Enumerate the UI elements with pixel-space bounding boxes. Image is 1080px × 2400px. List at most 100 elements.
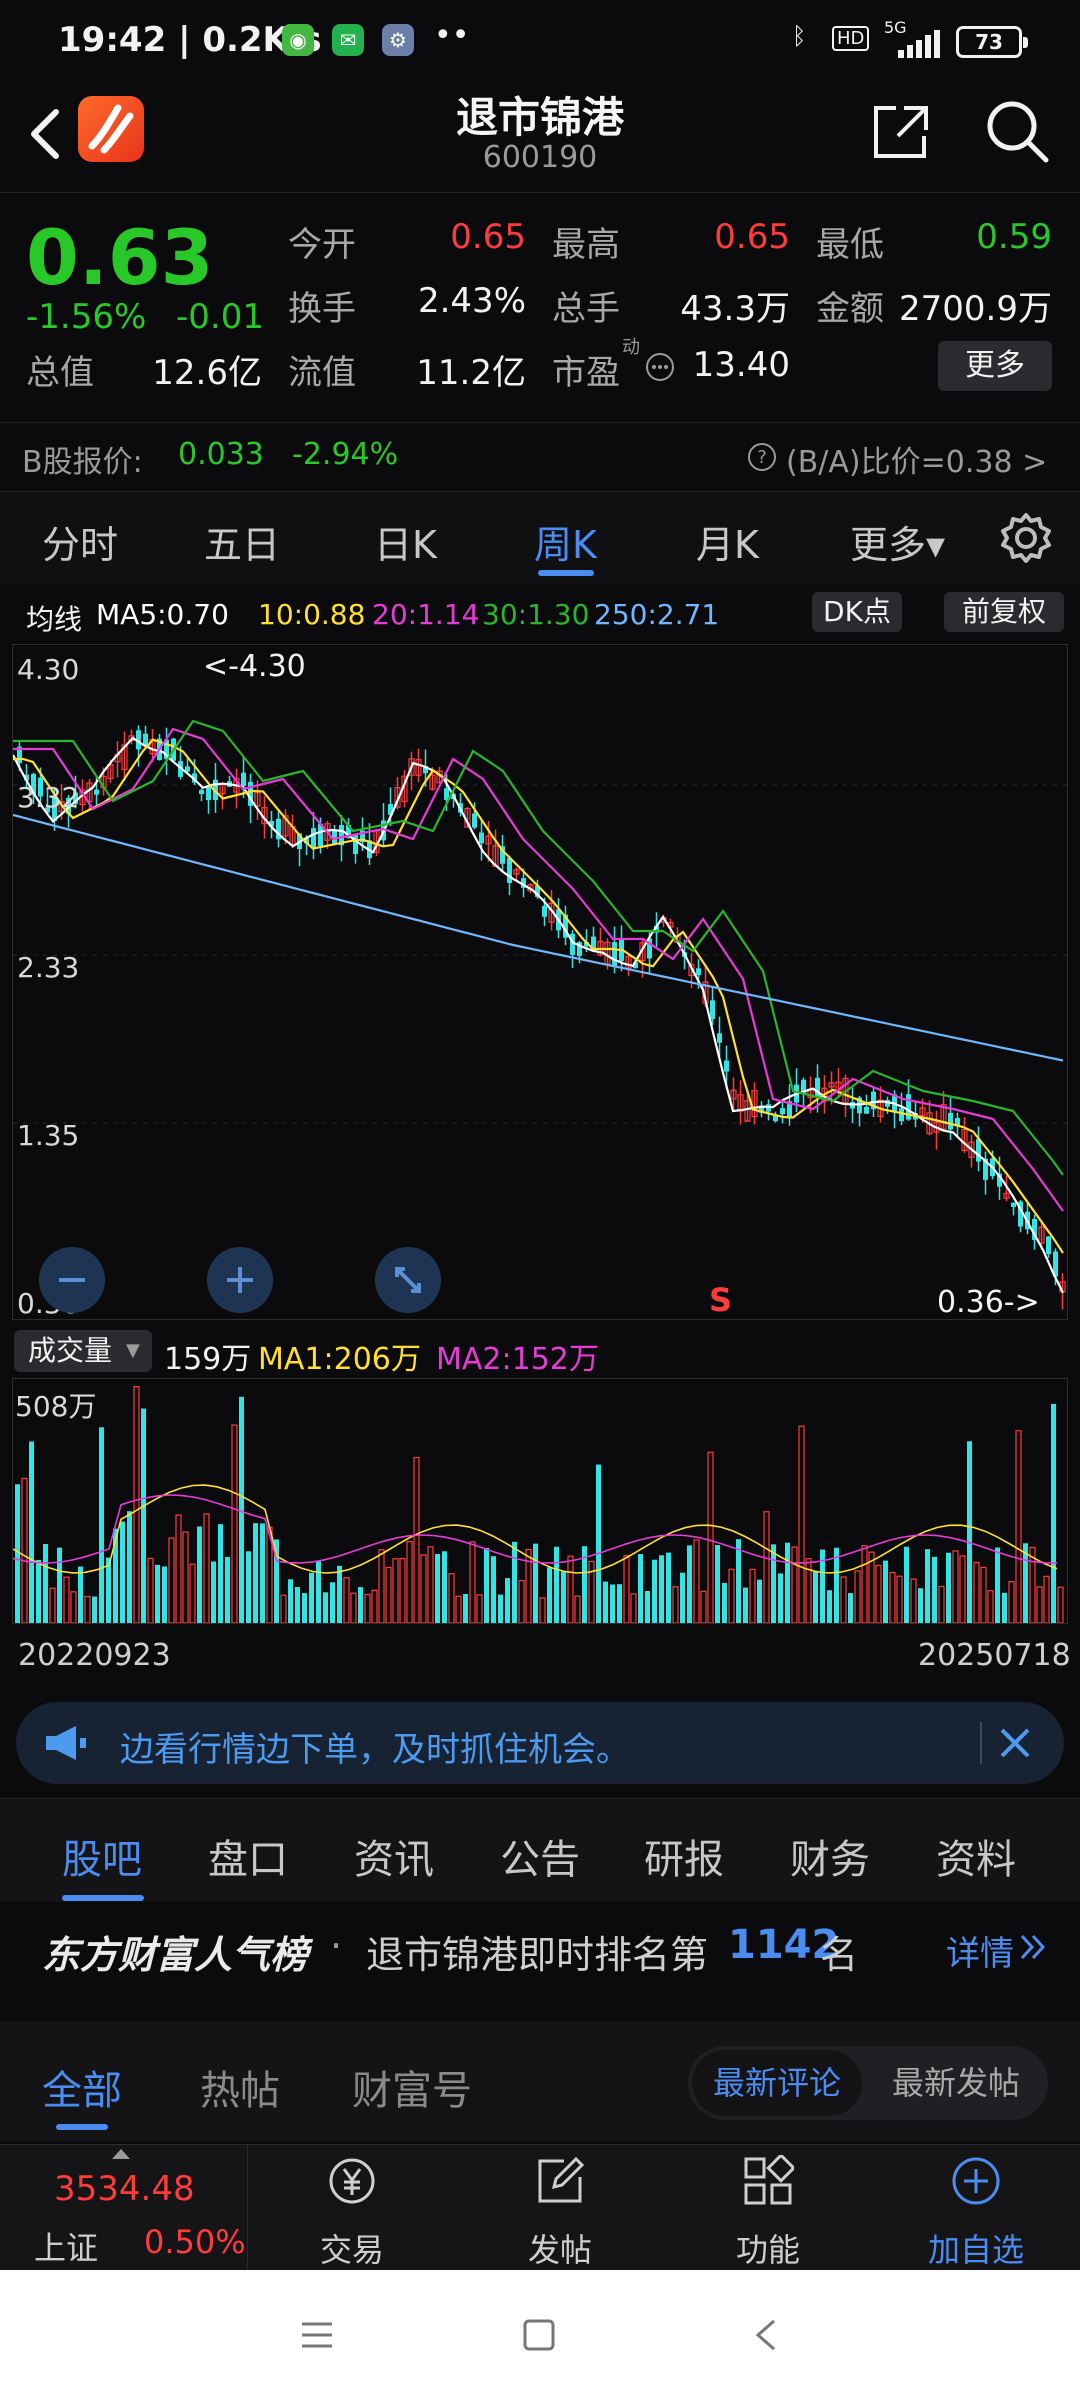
tab-guba[interactable]: 股吧 [62,1827,142,1885]
volume-y-label: 508万 [15,1390,97,1423]
help-icon[interactable]: ? [746,441,778,473]
post-tabs: 全部 热帖 财富号 最新评论 最新发帖 [0,2022,1080,2142]
volume-bar [967,1441,972,1623]
sort-toggle: 最新评论 最新发帖 [688,2046,1048,2120]
volume-bar [630,1593,637,1623]
tab-profile[interactable]: 资料 [936,1827,1016,1885]
volume-bar [518,1580,525,1623]
volume-bar [260,1523,265,1623]
volume-bar [778,1573,783,1623]
index-ticker[interactable]: 3534.48 上证 0.50% [0,2145,248,2271]
menu-icon[interactable] [300,2318,334,2352]
trade-button[interactable]: 交易 [282,2145,422,2271]
volume-bar [547,1567,552,1623]
post-button[interactable]: 发帖 [490,2145,630,2271]
rank-unit: 名 [820,1933,859,1977]
info-tabs: 股吧 盘口 资讯 公告 研报 财务 资料 [0,1798,1080,1902]
tab-daily-k[interactable]: 日K [374,514,437,569]
candle [241,772,246,787]
low-value: 0.59 [976,217,1052,257]
add-circle-icon [952,2157,1000,2205]
ma250-value: 250:2.71 [594,598,720,631]
search-icon[interactable] [984,98,1050,164]
fullscreen-button[interactable] [375,1247,441,1313]
share-icon[interactable] [870,102,932,162]
volume-bar [420,1554,427,1623]
tab-five-day[interactable]: 五日 [204,514,280,569]
more-quote-button[interactable]: 更多 [938,341,1052,391]
volume-bar [1008,1580,1015,1623]
settings-notification-icon: ⚙ [382,24,414,56]
volume-bar [910,1578,917,1623]
tab-research[interactable]: 研报 [644,1827,724,1885]
expand-icon [395,1267,421,1293]
change-amount: -0.01 [176,297,264,337]
tab-finance[interactable]: 财务 [790,1827,870,1885]
sort-latest-comment[interactable]: 最新评论 [692,2050,862,2116]
volume-bar [225,1557,230,1623]
rank-dot: · [330,1924,343,1968]
popularity-rank[interactable]: 东方财富人气榜 · 退市锦港即时排名第 1142 名 详情 [0,1902,1080,1992]
volume-bar [63,1576,70,1623]
volume-bar [99,1427,104,1623]
volume-bar [413,1456,420,1623]
more-notifications-icon: •• [434,18,470,53]
minus-icon [59,1278,85,1282]
info-dots-icon[interactable] [644,351,676,383]
volume-bar [749,1568,756,1623]
tab-fortune-account[interactable]: 财富号 [352,2058,472,2116]
promo-banner[interactable]: 边看行情边下单，及时抓住机会。 [16,1702,1064,1784]
tab-announcements[interactable]: 公告 [500,1827,580,1885]
close-icon[interactable] [996,1724,1034,1762]
candle [94,789,99,795]
volume-bar [442,1551,447,1623]
gear-icon[interactable] [1000,512,1052,564]
price-adjust-button[interactable]: 前复权 [944,592,1064,632]
rank-detail-link[interactable]: 详情 [946,1926,1014,1975]
signal-icon [898,30,940,58]
y-label-2: 3.32 [17,781,80,814]
b-share-bar[interactable]: B股报价: 0.033 -2.94% ? (B/A)比价=0.38 > [0,422,1080,492]
dk-point-button[interactable]: DK点 [812,592,902,632]
float-label: 流值 [288,353,356,393]
volume-bar [141,1408,146,1623]
volume-label: 总手 [552,289,620,329]
volume-bar [127,1511,132,1623]
volume-bar [973,1561,980,1623]
tab-news[interactable]: 资讯 [354,1827,434,1885]
home-icon[interactable] [522,2318,556,2352]
b-share-label: B股报价: [22,445,143,480]
tab-all-posts[interactable]: 全部 [42,2058,122,2116]
tab-weekly-k[interactable]: 周K [534,514,597,569]
tab-pankou[interactable]: 盘口 [208,1827,288,1885]
post-tab-underline [56,2124,108,2130]
volume-bar [827,1590,832,1623]
indicator-select[interactable]: 成交量 ▼ [14,1330,152,1372]
volume-bar [505,1578,510,1623]
quote-panel: 0.63 -1.56% -0.01 今开 0.65 最高 0.65 最低 0.5… [0,192,1080,422]
volume-bar [203,1513,210,1623]
sort-latest-post[interactable]: 最新发帖 [868,2050,1044,2116]
tab-more[interactable]: 更多▾ [850,514,945,569]
turnover-value: 2.43% [417,281,526,321]
volume-bar [567,1555,574,1623]
volume-bar [925,1549,930,1623]
volume-bar [791,1546,798,1623]
post-label: 发帖 [527,2231,592,2269]
tab-intraday[interactable]: 分时 [42,514,118,569]
tab-hot-posts[interactable]: 热帖 [200,2058,280,2116]
zoom-out-button[interactable] [39,1247,105,1313]
back-icon[interactable] [752,2318,782,2352]
volume-bar [840,1576,847,1623]
tab-monthly-k[interactable]: 月K [696,514,759,569]
kline-chart[interactable]: 4.30 3.32 2.33 1.35 0.36 <-4.30 0.36-> S [12,644,1068,1320]
functions-button[interactable]: 功能 [698,2145,838,2271]
candle [472,813,477,828]
volume-chart[interactable]: 508万 [12,1378,1068,1624]
max-price-marker: <-4.30 [203,649,306,684]
volume-bar [672,1586,679,1623]
add-watchlist-button[interactable]: 加自选 [906,2145,1046,2271]
zoom-in-button[interactable] [207,1247,273,1313]
ma-legend: 均线 MA5:0.70 10:0.88 20:1.14 30:1.30 250:… [0,588,1080,640]
pe-value: 13.40 [692,345,790,385]
